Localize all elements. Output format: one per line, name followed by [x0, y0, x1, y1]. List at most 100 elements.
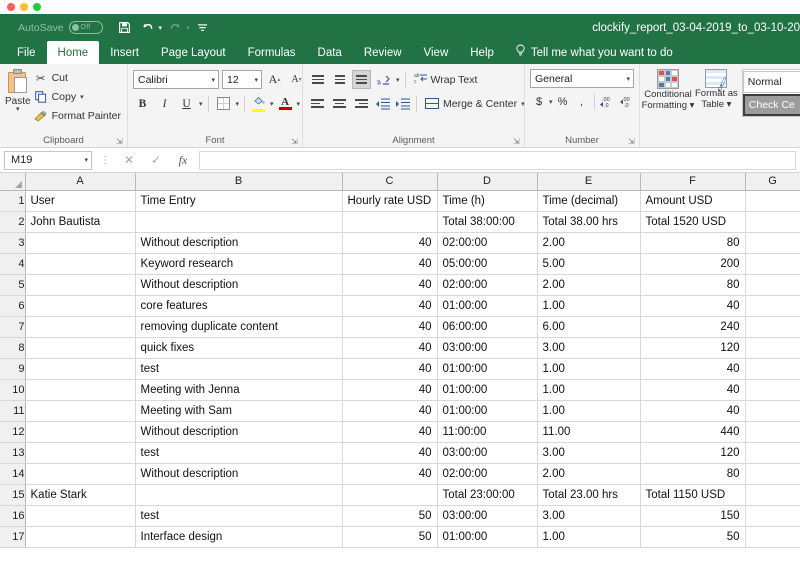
alignment-dialog-launcher[interactable]: ⇲ — [513, 138, 521, 146]
cell-E17[interactable]: 1.00 — [537, 526, 641, 548]
wrap-text-button[interactable]: ab c Wrap Text — [411, 70, 481, 90]
cell-C4[interactable]: 40 — [342, 253, 438, 275]
autosave-toggle[interactable]: AutoSave Off — [18, 21, 103, 34]
cell-B17[interactable]: Interface design — [135, 526, 343, 548]
cell-B12[interactable]: Without description — [135, 421, 343, 443]
worksheet-grid[interactable]: A B C D E F G 1 User Time Entry Hourly rate… — [0, 173, 800, 548]
cell-E18[interactable]: 4.00 — [537, 547, 641, 548]
cell-D1[interactable]: Time (h) — [437, 190, 538, 212]
clipboard-dialog-launcher[interactable]: ⇲ — [116, 138, 124, 146]
cell-B15[interactable] — [135, 484, 343, 506]
column-header-e[interactable]: E — [537, 173, 641, 191]
row-header-15[interactable]: 15 — [0, 484, 26, 506]
cell-E3[interactable]: 2.00 — [537, 232, 641, 254]
cell-C10[interactable]: 40 — [342, 379, 438, 401]
increase-indent-button[interactable] — [394, 95, 411, 112]
cell-E7[interactable]: 6.00 — [537, 316, 641, 338]
percent-format-button[interactable]: % — [554, 92, 572, 111]
row-header-2[interactable]: 2 — [0, 211, 26, 233]
cell-A10[interactable] — [25, 379, 136, 401]
cell-E9[interactable]: 1.00 — [537, 358, 641, 380]
orientation-dropdown-icon[interactable]: ▾ — [396, 76, 400, 84]
cell-D5[interactable]: 02:00:00 — [437, 274, 538, 296]
tab-file[interactable]: File — [6, 41, 47, 64]
cell-F5[interactable]: 80 — [640, 274, 746, 296]
cell-F3[interactable]: 80 — [640, 232, 746, 254]
cell-B16[interactable]: test — [135, 505, 343, 527]
cell-C15[interactable] — [342, 484, 438, 506]
cell-F9[interactable]: 40 — [640, 358, 746, 380]
row-header-8[interactable]: 8 — [0, 337, 26, 359]
font-color-button[interactable]: A — [277, 94, 294, 113]
cell-E2[interactable]: Total 38.00 hrs — [537, 211, 641, 233]
cell-A3[interactable] — [25, 232, 136, 254]
cell-B1[interactable]: Time Entry — [135, 190, 343, 212]
cell-F14[interactable]: 80 — [640, 463, 746, 485]
column-header-c[interactable]: C — [342, 173, 438, 191]
cell-C11[interactable]: 40 — [342, 400, 438, 422]
cell-D3[interactable]: 02:00:00 — [437, 232, 538, 254]
cell-C17[interactable]: 50 — [342, 526, 438, 548]
cell-A2[interactable]: John Bautista — [25, 211, 136, 233]
cell-A9[interactable] — [25, 358, 136, 380]
cell-C6[interactable]: 40 — [342, 295, 438, 317]
comma-format-button[interactable]: , — [573, 92, 591, 111]
cell-F2[interactable]: Total 1520 USD — [640, 211, 746, 233]
cell-A16[interactable] — [25, 505, 136, 527]
column-header-d[interactable]: D — [437, 173, 538, 191]
row-header-10[interactable]: 10 — [0, 379, 26, 401]
cell-A17[interactable] — [25, 526, 136, 548]
increase-font-size-button[interactable]: A ▴ — [265, 70, 284, 89]
cancel-icon[interactable]: ✕ — [118, 151, 140, 170]
cell-C2[interactable] — [342, 211, 438, 233]
accounting-format-button[interactable]: $ — [530, 92, 548, 111]
tab-help[interactable]: Help — [459, 41, 505, 64]
cell-G17[interactable] — [745, 526, 800, 548]
undo-dropdown-icon[interactable]: ▾ — [159, 24, 163, 32]
fx-icon[interactable]: fx — [172, 151, 194, 170]
cell-D4[interactable]: 05:00:00 — [437, 253, 538, 275]
cell-F13[interactable]: 120 — [640, 442, 746, 464]
row-header-6[interactable]: 6 — [0, 295, 26, 317]
accounting-dropdown-icon[interactable]: ▾ — [549, 98, 553, 106]
cell-G16[interactable] — [745, 505, 800, 527]
maximize-window-icon[interactable] — [33, 3, 41, 11]
fill-color-button[interactable] — [250, 94, 267, 113]
cell-B7[interactable]: removing duplicate content — [135, 316, 343, 338]
row-header-1[interactable]: 1 — [0, 190, 26, 212]
decrease-indent-button[interactable] — [374, 95, 391, 112]
font-name-combo[interactable]: Calibri ▾ — [133, 70, 219, 89]
align-top-button[interactable] — [308, 70, 327, 89]
cell-F18[interactable]: 200 — [640, 547, 746, 548]
borders-button[interactable] — [214, 94, 233, 113]
cell-C7[interactable]: 40 — [342, 316, 438, 338]
cell-D6[interactable]: 01:00:00 — [437, 295, 538, 317]
cell-E15[interactable]: Total 23.00 hrs — [537, 484, 641, 506]
cell-G2[interactable] — [745, 211, 800, 233]
column-header-b[interactable]: B — [135, 173, 343, 191]
cell-F6[interactable]: 40 — [640, 295, 746, 317]
cell-C18[interactable]: 50 — [342, 547, 438, 548]
column-header-a[interactable]: A — [25, 173, 136, 191]
cut-button[interactable]: ✂ Cut — [31, 69, 124, 87]
cell-E10[interactable]: 1.00 — [537, 379, 641, 401]
italic-button[interactable]: I — [155, 94, 174, 113]
cell-E6[interactable]: 1.00 — [537, 295, 641, 317]
cell-G11[interactable] — [745, 400, 800, 422]
cell-B6[interactable]: core features — [135, 295, 343, 317]
chevron-down-icon[interactable]: ▾ — [211, 76, 215, 84]
cell-D17[interactable]: 01:00:00 — [437, 526, 538, 548]
minimize-window-icon[interactable] — [20, 3, 28, 11]
cell-D8[interactable]: 03:00:00 — [437, 337, 538, 359]
row-header-16[interactable]: 16 — [0, 505, 26, 527]
cell-D14[interactable]: 02:00:00 — [437, 463, 538, 485]
tab-home[interactable]: Home — [46, 41, 100, 64]
font-color-dropdown-icon[interactable]: ▾ — [297, 100, 301, 108]
cell-G5[interactable] — [745, 274, 800, 296]
row-header-12[interactable]: 12 — [0, 421, 26, 443]
increase-decimal-button[interactable]: .00.0 — [598, 92, 616, 111]
cell-F16[interactable]: 150 — [640, 505, 746, 527]
cell-C3[interactable]: 40 — [342, 232, 438, 254]
cell-D13[interactable]: 03:00:00 — [437, 442, 538, 464]
column-header-g[interactable]: G — [745, 173, 800, 191]
